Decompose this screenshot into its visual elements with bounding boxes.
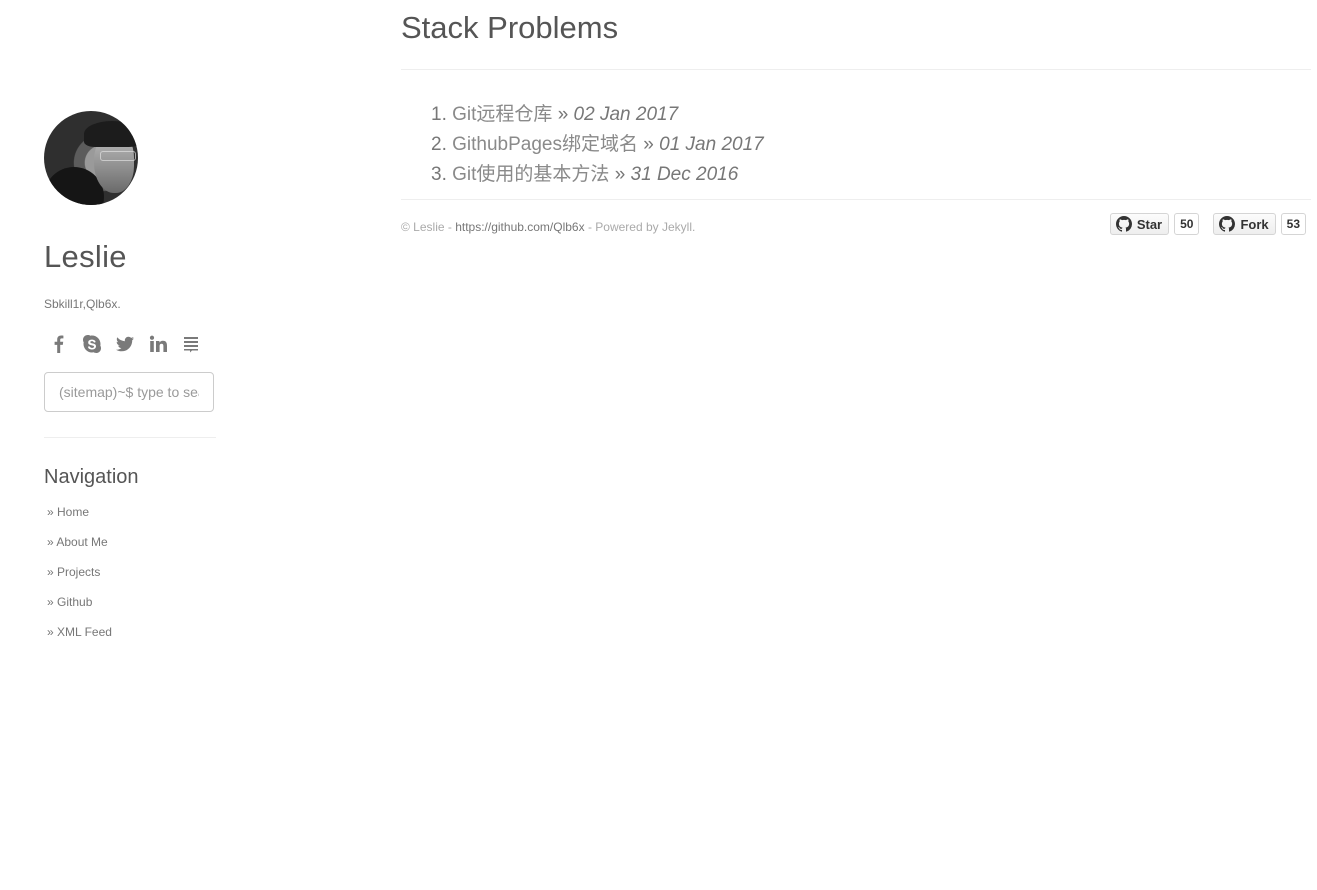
post-item: 2. GithubPages绑定域名 » 01 Jan 2017 <box>431 130 1311 160</box>
nav-item-github[interactable]: » Github <box>44 587 216 617</box>
avatar <box>44 111 138 205</box>
fork-button[interactable]: Fork <box>1213 213 1276 235</box>
facebook-icon[interactable] <box>48 333 69 354</box>
github-icon <box>1115 216 1132 232</box>
fork-label: Fork <box>1240 216 1269 232</box>
footer-copyright: © Leslie - https://github.com/Qlb6x - Po… <box>401 220 695 234</box>
nav-link-projects[interactable]: » Projects <box>47 565 100 579</box>
nav-link-github[interactable]: » Github <box>47 595 92 609</box>
twitter-icon[interactable] <box>114 333 135 354</box>
star-label: Star <box>1136 216 1163 232</box>
post-number: 1. <box>431 104 447 125</box>
post-separator: » <box>638 134 660 155</box>
star-button[interactable]: Star <box>1109 213 1170 235</box>
footer: © Leslie - https://github.com/Qlb6x - Po… <box>401 200 1311 240</box>
sidebar: Leslie Sbkill1r,Qlb6x. Navigation » Home <box>44 111 216 647</box>
footer-prefix: © Leslie - <box>401 220 456 234</box>
github-icon <box>1219 216 1236 232</box>
linkedin-icon[interactable] <box>147 333 168 354</box>
post-date: 02 Jan 2017 <box>573 104 679 125</box>
main-content: Stack Problems 1. Git远程仓库 » 02 Jan 2017 … <box>401 0 1311 240</box>
post-number: 2. <box>431 134 447 155</box>
footer-suffix: - Powered by Jekyll. <box>584 220 696 234</box>
post-date: 31 Dec 2016 <box>630 164 739 185</box>
footer-github-link[interactable]: https://github.com/Qlb6x <box>455 220 584 234</box>
nav-list: » Home » About Me » Projects » Github » … <box>44 497 216 647</box>
github-star-widget: Star 50 <box>1109 213 1200 235</box>
post-item: 1. Git远程仓库 » 02 Jan 2017 <box>431 100 1311 130</box>
post-link[interactable]: GithubPages绑定域名 <box>452 134 638 155</box>
skype-icon[interactable] <box>81 333 102 354</box>
star-count[interactable]: 50 <box>1174 213 1200 235</box>
post-separator: » <box>609 164 631 185</box>
nav-item-projects[interactable]: » Projects <box>44 557 216 587</box>
sidebar-divider <box>44 437 216 438</box>
page-title: Stack Problems <box>401 10 619 45</box>
post-date: 01 Jan 2017 <box>659 134 764 155</box>
nav-item-about[interactable]: » About Me <box>44 527 216 557</box>
search-input[interactable] <box>44 372 214 412</box>
post-list: 1. Git远程仓库 » 02 Jan 2017 2. GithubPages绑… <box>401 100 1311 190</box>
tagline: Sbkill1r,Qlb6x. <box>44 297 121 311</box>
github-buttons: Star 50 Fork 53 <box>1109 213 1306 235</box>
nav-item-home[interactable]: » Home <box>44 497 216 527</box>
post-link[interactable]: Git使用的基本方法 <box>452 164 609 185</box>
nav-link-about[interactable]: » About Me <box>47 535 108 549</box>
nav-item-xml-feed[interactable]: » XML Feed <box>44 617 216 647</box>
post-link[interactable]: Git远程仓库 <box>452 104 552 125</box>
nav-title: Navigation <box>44 466 139 488</box>
social-links <box>44 333 216 354</box>
nav-link-xml-feed[interactable]: » XML Feed <box>47 625 112 639</box>
post-number: 3. <box>431 164 447 185</box>
stack-icon[interactable] <box>180 333 201 354</box>
page: Leslie Sbkill1r,Qlb6x. Navigation » Home <box>0 0 1317 890</box>
post-item: 3. Git使用的基本方法 » 31 Dec 2016 <box>431 160 1311 190</box>
title-divider <box>401 69 1311 70</box>
nav-link-home[interactable]: » Home <box>47 505 89 519</box>
site-name[interactable]: Leslie <box>44 239 216 275</box>
post-separator: » <box>552 104 574 125</box>
fork-count[interactable]: 53 <box>1280 213 1306 235</box>
github-fork-widget: Fork 53 <box>1213 213 1306 235</box>
